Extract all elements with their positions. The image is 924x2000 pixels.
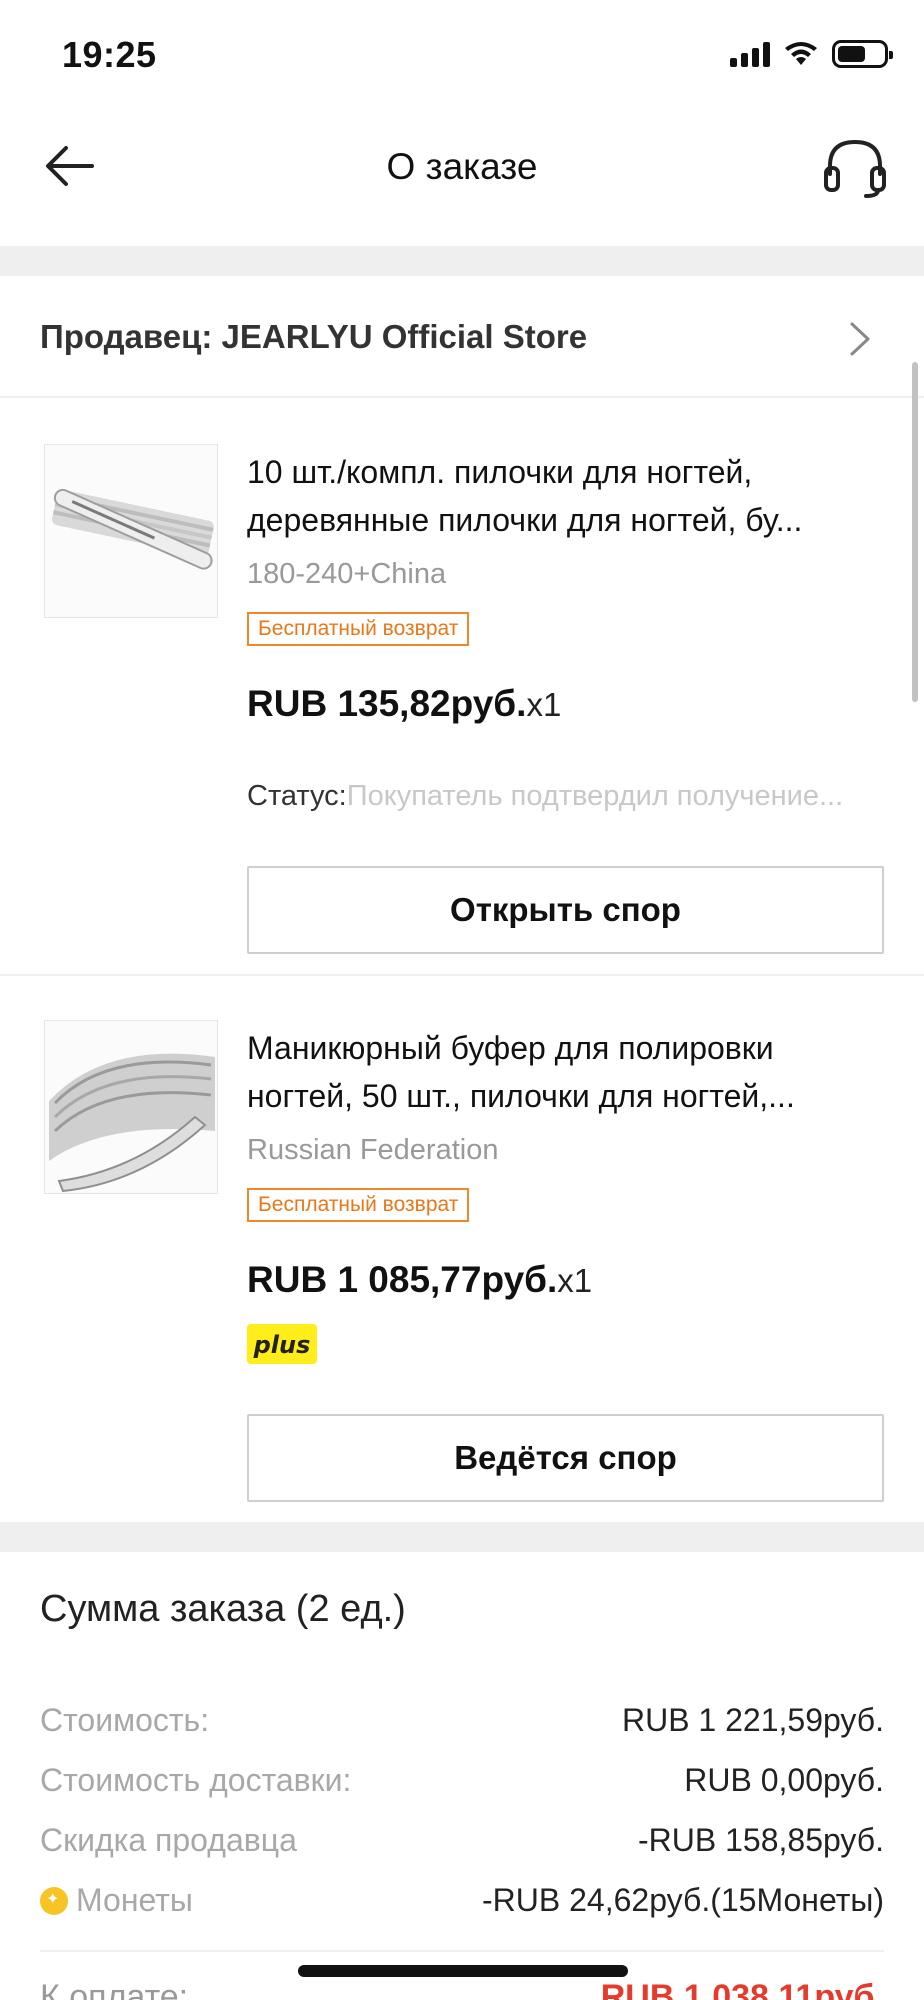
total-label: К оплате: <box>40 1978 189 2000</box>
free-return-badge: Бесплатный возврат <box>247 612 470 646</box>
order-status: Статус:Покупатель подтвердил получение..… <box>247 780 887 813</box>
summary-row-seller-discount: Скидка продавца -RUB 158,85руб. <box>40 1822 884 1858</box>
status-time: 19:25 <box>62 34 157 75</box>
price-amount: RUB 135,82руб. <box>247 683 527 724</box>
product-price: RUB 135,82руб.x1 <box>247 683 561 725</box>
status-label: Статус: <box>247 780 347 812</box>
quantity: x1 <box>557 1262 593 1299</box>
product-variant: Russian Federation <box>247 1134 499 1166</box>
product-image[interactable] <box>44 444 218 618</box>
section-gap <box>0 1522 924 1552</box>
total-value: RUB 1 038,11руб. <box>600 1978 884 2000</box>
order-item: 10 шт./компл. пилочки для ногтей, деревя… <box>0 400 924 974</box>
plus-logo: plus <box>253 1331 311 1359</box>
status-icons <box>730 40 893 68</box>
seller-row[interactable]: Продавец: JEARLYU Official Store <box>0 278 924 398</box>
product-image[interactable] <box>44 1020 218 1194</box>
open-dispute-button[interactable]: Открыть спор <box>247 866 884 954</box>
price-amount: RUB 1 085,77руб. <box>247 1259 558 1300</box>
status-bar: 19:25 <box>0 0 924 110</box>
product-price: RUB 1 085,77руб.x1 <box>247 1259 592 1301</box>
summary-row-cost: Стоимость: RUB 1 221,59руб. <box>40 1702 884 1738</box>
dispute-in-progress-button[interactable]: Ведётся спор <box>247 1414 884 1502</box>
home-indicator[interactable] <box>298 1965 628 1977</box>
quantity: x1 <box>526 686 562 723</box>
section-gap <box>0 246 924 276</box>
plus-badge: plus <box>247 1324 317 1364</box>
order-summary-title: Сумма заказа (2 ед.) <box>40 1588 406 1630</box>
summary-divider <box>40 1950 884 1952</box>
product-variant: 180-240+China <box>247 558 447 590</box>
nail-buffer-image <box>45 1021 217 1193</box>
page-title: О заказе <box>386 146 538 187</box>
headset-icon <box>824 139 886 198</box>
summary-row-total: К оплате: RUB 1 038,11руб. <box>40 1978 884 2000</box>
nail-file-image <box>45 445 217 617</box>
seller-name: Продавец: JEARLYU Official Store <box>40 318 588 355</box>
product-title[interactable]: 10 шт./компл. пилочки для ногтей, деревя… <box>247 448 887 544</box>
app-header: О заказе <box>0 110 924 246</box>
summary-row-shipping: Стоимость доставки: RUB 0,00руб. <box>40 1762 884 1798</box>
svg-text:plus: plus <box>253 1331 311 1359</box>
cellular-signal-icon <box>730 41 770 67</box>
coin-icon <box>40 1887 68 1915</box>
chevron-right-icon <box>850 322 870 356</box>
summary-row-coins: Монеты -RUB 24,62руб.(15Монеты) <box>40 1882 884 1926</box>
order-item: Маникюрный буфер для полировки ногтей, 5… <box>0 976 924 1522</box>
wifi-icon <box>785 42 817 65</box>
status-value: Покупатель подтвердил получение... <box>346 780 844 812</box>
product-title[interactable]: Маникюрный буфер для полировки ногтей, 5… <box>247 1024 887 1120</box>
support-button[interactable] <box>820 132 890 202</box>
battery-icon <box>832 40 893 68</box>
free-return-badge: Бесплатный возврат <box>247 1188 470 1222</box>
